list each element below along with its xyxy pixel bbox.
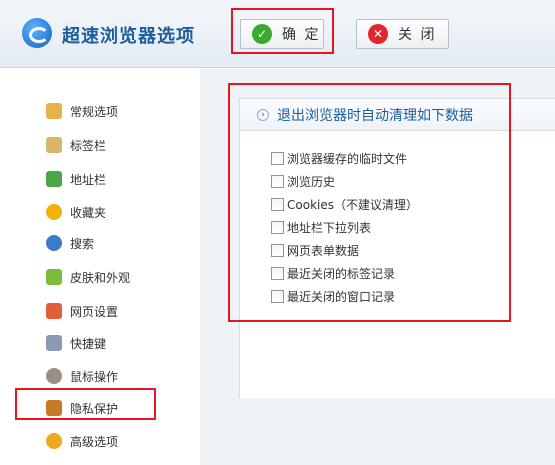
sidebar: 常规选项 标签栏 地址栏 收藏夹 搜索 皮肤和外观 网页设置 快捷键 鼠标操作 … <box>0 69 200 465</box>
sidebar-item-label: 收藏夹 <box>70 205 107 220</box>
sidebar-item-label: 皮肤和外观 <box>70 270 131 285</box>
checkbox[interactable] <box>271 197 284 211</box>
sidebar-item-search[interactable]: 搜索 <box>46 232 94 254</box>
sidebar-item-label: 标签栏 <box>70 138 107 153</box>
tab-icon <box>46 137 62 153</box>
panel-title: 退出浏览器时自动清理如下数据 <box>277 107 473 124</box>
chevron-right-icon: › <box>257 108 269 121</box>
sidebar-item-advanced[interactable]: 高级选项 <box>46 430 118 452</box>
option-address-dropdown[interactable]: 地址栏下拉列表 <box>271 218 371 236</box>
panel-header: › 退出浏览器时自动清理如下数据 <box>240 99 555 131</box>
checkbox[interactable] <box>271 266 284 280</box>
window-title: 超速浏览器选项 <box>62 26 195 47</box>
sidebar-item-address-bar[interactable]: 地址栏 <box>46 168 106 190</box>
sidebar-item-favorites[interactable]: 收藏夹 <box>46 201 106 223</box>
option-label: 最近关闭的标签记录 <box>287 266 396 281</box>
settings-content: › 退出浏览器时自动清理如下数据 浏览器缓存的临时文件 浏览历史 Cookies… <box>200 69 555 465</box>
option-closed-windows[interactable]: 最近关闭的窗口记录 <box>271 287 395 305</box>
option-history[interactable]: 浏览历史 <box>271 172 335 190</box>
sidebar-item-webpage-settings[interactable]: 网页设置 <box>46 300 118 322</box>
close-icon: ✕ <box>368 24 388 44</box>
sidebar-item-label: 搜索 <box>70 236 95 251</box>
tools-icon <box>46 400 62 416</box>
search-icon <box>46 235 62 251</box>
checkbox[interactable] <box>271 220 284 234</box>
sidebar-item-label: 高级选项 <box>70 434 119 449</box>
webpage-icon <box>46 303 62 319</box>
close-button[interactable]: ✕ 关 闭 <box>356 19 449 49</box>
option-temp-files[interactable]: 浏览器缓存的临时文件 <box>271 149 407 167</box>
gear-icon <box>46 433 62 449</box>
mouse-icon <box>46 368 62 384</box>
option-label: 地址栏下拉列表 <box>287 220 372 235</box>
option-form-data[interactable]: 网页表单数据 <box>271 241 359 259</box>
keyboard-icon <box>46 335 62 351</box>
option-closed-tabs[interactable]: 最近关闭的标签记录 <box>271 264 395 282</box>
ok-button[interactable]: ✓ 确 定 <box>240 19 324 49</box>
sidebar-item-label: 地址栏 <box>70 172 107 187</box>
sidebar-item-tabs[interactable]: 标签栏 <box>46 134 106 156</box>
checkmark-icon: ✓ <box>252 24 272 44</box>
option-cookies[interactable]: Cookies（不建议清理） <box>271 195 418 213</box>
header-bar: 超速浏览器选项 ✓ 确 定 ✕ 关 闭 <box>0 0 555 68</box>
checkbox[interactable] <box>271 243 284 257</box>
sidebar-item-label: 隐私保护 <box>70 401 119 416</box>
sidebar-item-label: 常规选项 <box>70 104 119 119</box>
sidebar-item-privacy[interactable]: 隐私保护 <box>46 397 118 419</box>
option-label: 网页表单数据 <box>287 243 360 258</box>
option-label: Cookies（不建议清理） <box>287 197 418 212</box>
address-icon <box>46 171 62 187</box>
shirt-icon <box>46 269 62 285</box>
browser-logo-icon <box>22 18 52 48</box>
privacy-panel: › 退出浏览器时自动清理如下数据 浏览器缓存的临时文件 浏览历史 Cookies… <box>239 98 555 398</box>
close-button-label: 关 闭 <box>398 27 437 43</box>
ok-button-label: 确 定 <box>282 27 321 43</box>
checkbox[interactable] <box>271 151 284 165</box>
option-label: 浏览历史 <box>287 174 336 189</box>
option-label: 最近关闭的窗口记录 <box>287 289 396 304</box>
sidebar-item-general[interactable]: 常规选项 <box>46 100 118 122</box>
sidebar-item-skins[interactable]: 皮肤和外观 <box>46 266 130 288</box>
sidebar-item-label: 网页设置 <box>70 304 119 319</box>
sidebar-item-mouse[interactable]: 鼠标操作 <box>46 365 118 387</box>
star-icon <box>46 204 62 220</box>
checkbox[interactable] <box>271 289 284 303</box>
checkbox[interactable] <box>271 174 284 188</box>
sidebar-item-label: 快捷键 <box>70 336 107 351</box>
sidebar-item-label: 鼠标操作 <box>70 369 119 384</box>
sidebar-item-shortcuts[interactable]: 快捷键 <box>46 332 106 354</box>
house-icon <box>46 103 62 119</box>
option-label: 浏览器缓存的临时文件 <box>287 151 408 166</box>
